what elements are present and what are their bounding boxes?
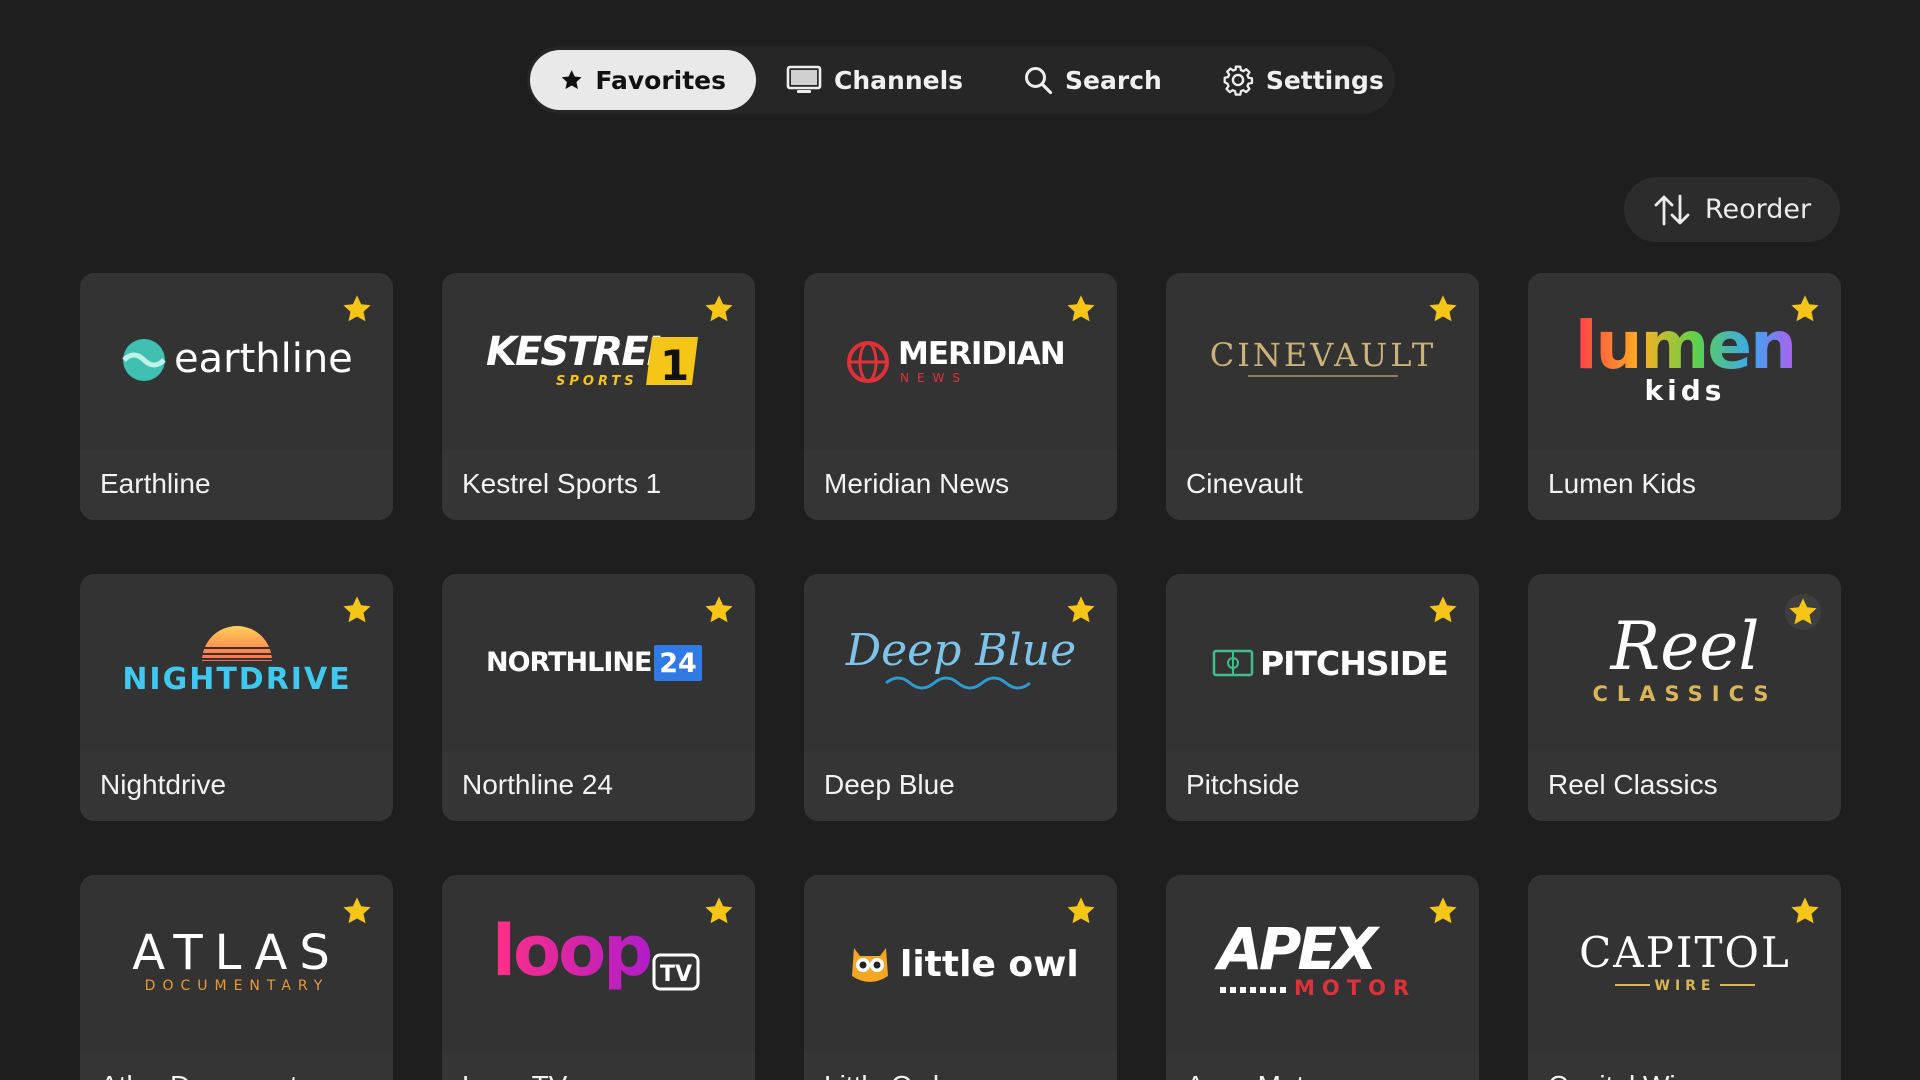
svg-text:CAPITOL: CAPITOL xyxy=(1579,928,1791,977)
svg-text:1: 1 xyxy=(660,341,689,390)
channel-card[interactable]: MERIDIAN NEWS Meridian News xyxy=(804,273,1117,520)
svg-text:NIGHTDRIVE: NIGHTDRIVE xyxy=(122,662,351,697)
channel-card[interactable]: earthline Earthline xyxy=(80,273,393,520)
channel-card[interactable]: ATLAS DOCUMENTARY Atlas Documentary xyxy=(80,875,393,1080)
channel-card[interactable]: NORTHLINE 24 Northline 24 xyxy=(442,574,755,821)
channel-card[interactable]: little owl Little Owl xyxy=(804,875,1117,1080)
favorites-grid: earthline Earthline KESTREL SPORTS 1 Kes… xyxy=(80,273,1841,1080)
svg-text:lumen: lumen xyxy=(1574,307,1794,384)
top-navigation: Favorites Channels Search Settings xyxy=(527,46,1395,114)
favorite-star-icon[interactable] xyxy=(1427,594,1459,626)
tab-favorites[interactable]: Favorites xyxy=(530,50,756,110)
tab-settings[interactable]: Settings xyxy=(1192,50,1414,110)
favorite-star-icon[interactable] xyxy=(341,895,373,927)
channel-name: Lumen Kids xyxy=(1548,468,1696,499)
favorite-star-icon[interactable] xyxy=(1789,293,1821,325)
channel-name: Reel Classics xyxy=(1548,769,1718,800)
svg-text:PITCHSIDE: PITCHSIDE xyxy=(1260,644,1448,683)
channel-name: Cinevault xyxy=(1186,468,1303,499)
gear-icon xyxy=(1223,65,1253,96)
tab-label: Favorites xyxy=(595,65,726,95)
favorite-star-icon[interactable] xyxy=(341,293,373,325)
channel-name: Kestrel Sports 1 xyxy=(462,468,662,499)
svg-text:little owl: little owl xyxy=(900,944,1079,985)
channel-card[interactable]: Deep Blue Deep Blue xyxy=(804,574,1117,821)
channel-card[interactable]: PITCHSIDE Pitchside xyxy=(1166,574,1479,821)
channel-card[interactable]: Reel CLASSICS Reel Classics xyxy=(1528,574,1841,821)
channel-name: Northline 24 xyxy=(462,769,613,800)
channel-card[interactable]: CINEVAULT Cinevault xyxy=(1166,273,1479,520)
svg-text:MOTOR: MOTOR xyxy=(1294,976,1416,1000)
channel-name: Apex Motor xyxy=(1186,1070,1329,1080)
tab-label: Channels xyxy=(834,65,964,95)
favorite-star-button[interactable] xyxy=(1785,594,1821,630)
svg-text:KESTREL: KESTREL xyxy=(486,329,670,375)
channel-card[interactable]: NIGHTDRIVE Nightdrive xyxy=(80,574,393,821)
favorite-star-icon[interactable] xyxy=(703,293,735,325)
svg-text:Reel: Reel xyxy=(1609,608,1759,685)
sort-arrows-icon xyxy=(1654,194,1690,225)
svg-text:MERIDIAN: MERIDIAN xyxy=(898,336,1065,372)
favorite-star-icon[interactable] xyxy=(703,895,735,927)
tv-icon xyxy=(786,65,822,93)
channel-card[interactable]: loop TV Loop TV xyxy=(442,875,755,1080)
svg-text:APEX: APEX xyxy=(1214,915,1381,983)
favorite-star-icon[interactable] xyxy=(1065,895,1097,927)
svg-text:DOCUMENTARY: DOCUMENTARY xyxy=(144,978,329,994)
channel-name: Deep Blue xyxy=(824,769,955,800)
svg-text:ATLAS: ATLAS xyxy=(132,925,342,981)
svg-text:earthline: earthline xyxy=(174,336,353,382)
svg-text:NEWS: NEWS xyxy=(900,371,968,385)
channel-card[interactable]: lumen kids Lumen Kids xyxy=(1528,273,1841,520)
svg-text:TV: TV xyxy=(659,962,691,987)
channel-name: Pitchside xyxy=(1186,769,1300,800)
svg-text:kids: kids xyxy=(1644,374,1725,407)
channel-name: Little Owl xyxy=(824,1070,939,1080)
favorite-star-icon[interactable] xyxy=(341,594,373,626)
channel-name: Loop TV xyxy=(462,1070,567,1080)
svg-text:NORTHLINE: NORTHLINE xyxy=(486,647,651,678)
svg-text:WIRE: WIRE xyxy=(1654,978,1715,994)
favorite-star-icon xyxy=(1789,598,1817,625)
channel-name: Earthline xyxy=(100,468,211,499)
favorite-star-icon[interactable] xyxy=(1789,895,1821,927)
favorite-star-icon[interactable] xyxy=(1065,293,1097,325)
favorite-star-icon[interactable] xyxy=(1427,895,1459,927)
tab-search[interactable]: Search xyxy=(993,50,1192,110)
tab-channels[interactable]: Channels xyxy=(756,50,993,110)
channel-card[interactable]: KESTREL SPORTS 1 Kestrel Sports 1 xyxy=(442,273,755,520)
tab-label: Settings xyxy=(1265,65,1384,95)
svg-text:CINEVAULT: CINEVAULT xyxy=(1209,336,1435,374)
tab-label: Search xyxy=(1065,65,1162,95)
channel-card[interactable]: APEX MOTOR Apex Motor xyxy=(1166,875,1479,1080)
channel-name: Atlas Documentary xyxy=(100,1070,337,1080)
reorder-button[interactable]: Reorder xyxy=(1624,177,1840,242)
favorite-star-icon[interactable] xyxy=(1065,594,1097,626)
favorite-star-icon[interactable] xyxy=(703,594,735,626)
star-icon xyxy=(561,70,582,89)
reorder-label: Reorder xyxy=(1704,194,1812,225)
channel-name: Nightdrive xyxy=(100,769,227,800)
channel-card[interactable]: CAPITOL WIRE Capitol Wire xyxy=(1528,875,1841,1080)
favorite-star-icon[interactable] xyxy=(1427,293,1459,325)
channel-name: Meridian News xyxy=(824,468,1010,499)
channel-name: Capitol Wire xyxy=(1548,1070,1700,1080)
svg-text:loop: loop xyxy=(492,910,650,992)
svg-text:24: 24 xyxy=(659,648,697,679)
svg-text:SPORTS: SPORTS xyxy=(556,374,638,389)
svg-text:Deep Blue: Deep Blue xyxy=(844,625,1075,676)
search-icon xyxy=(1025,67,1053,95)
svg-text:CLASSICS: CLASSICS xyxy=(1592,682,1777,706)
